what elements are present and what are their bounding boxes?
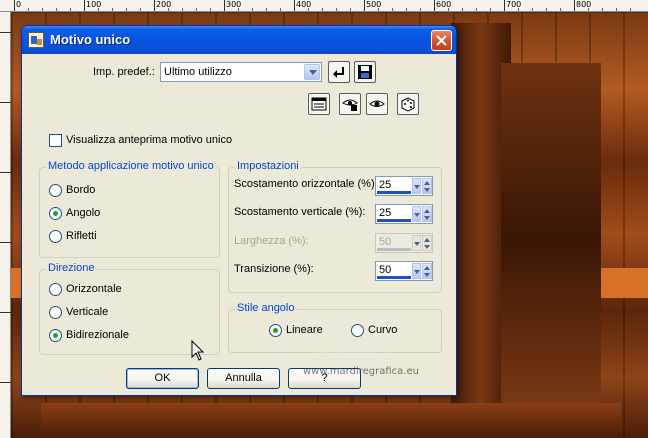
h-offset-slider[interactable] [377, 191, 411, 194]
chevron-down-icon[interactable] [304, 64, 320, 80]
eye-lock-icon [342, 99, 358, 111]
settings-group-title: Impostazioni [235, 160, 301, 172]
radio-angolo[interactable] [49, 207, 62, 220]
radio-verticale[interactable] [49, 306, 62, 319]
transition-slider[interactable] [377, 276, 411, 279]
v-offset-slider[interactable] [377, 219, 411, 222]
eye-icon [369, 100, 385, 107]
watermark-url: www.mardiregrafica.eu [303, 366, 419, 377]
preview-button[interactable] [366, 93, 388, 115]
preview-checkbox-label: Visualizza anteprima motivo unico [66, 134, 233, 146]
v-offset-spinner[interactable]: 25 [375, 204, 433, 224]
h-offset-spinner[interactable]: 25 [375, 176, 433, 196]
corner-style-group-title: Stile angolo [235, 302, 297, 314]
dice-icon [401, 97, 415, 112]
radio-bordo-label: Bordo [66, 184, 96, 196]
preset-dropdown[interactable]: Ultimo utilizzo [160, 62, 322, 82]
method-group-title: Metodo applicazione motivo unico [46, 160, 216, 172]
transition-label: Transizione (%): [234, 263, 314, 275]
radio-curvo[interactable] [351, 324, 364, 337]
reset-preset-button[interactable] [328, 61, 350, 83]
width-updown [422, 235, 432, 251]
cancel-button[interactable]: Annulla [207, 368, 280, 389]
radio-curvo-label: Curvo [368, 324, 398, 336]
v-offset-dropdown-arrow[interactable] [412, 206, 421, 222]
canvas-tile [41, 403, 621, 438]
randomize-button[interactable] [397, 93, 419, 115]
close-icon [436, 35, 447, 46]
radio-lineare-label: Lineare [286, 324, 323, 336]
auto-proof-button[interactable] [339, 93, 361, 115]
app-icon [28, 32, 44, 48]
dialog-title: Motivo unico [50, 32, 131, 47]
mouse-cursor-icon [191, 340, 205, 361]
radio-orizzontale[interactable] [49, 283, 62, 296]
width-dropdown-arrow [412, 235, 421, 251]
undo-arrow-icon [333, 67, 344, 78]
transition-value[interactable]: 50 [379, 264, 391, 276]
radio-rifletti-label: Rifletti [66, 230, 97, 242]
close-button[interactable] [431, 30, 452, 51]
width-slider [377, 248, 411, 251]
radio-lineare[interactable] [269, 324, 282, 337]
radio-bidirezionale-label: Bidirezionale [66, 329, 129, 341]
horizontal-ruler: 0 100 200 300 400 500 600 700 800 [0, 0, 648, 12]
floppy-disk-icon [358, 65, 372, 79]
watermark-name: Pinuccia [314, 344, 388, 363]
preset-label: Imp. predef.: [93, 66, 155, 78]
save-preset-button[interactable] [354, 61, 376, 83]
radio-bordo[interactable] [49, 184, 62, 197]
preview-checkbox[interactable] [49, 134, 62, 147]
canvas-tile [501, 63, 601, 413]
title-bar[interactable]: Motivo unico [22, 26, 456, 54]
transition-updown[interactable] [422, 263, 432, 279]
ok-button[interactable]: OK [126, 368, 199, 389]
h-offset-label: Scostamento orizzontale (%): [234, 178, 378, 190]
transition-spinner[interactable]: 50 [375, 261, 433, 281]
direction-group-title: Direzione [46, 262, 97, 274]
radio-verticale-label: Verticale [66, 306, 109, 318]
h-offset-updown[interactable] [422, 178, 432, 194]
v-offset-label: Scostamento verticale (%): [234, 206, 366, 218]
window-layout-icon [311, 97, 327, 111]
h-offset-dropdown-arrow[interactable] [412, 178, 421, 194]
proof-button[interactable] [308, 93, 330, 115]
radio-orizzontale-label: Orizzontale [66, 283, 122, 295]
v-offset-value[interactable]: 25 [379, 207, 391, 219]
radio-rifletti[interactable] [49, 230, 62, 243]
ruler-label: 0 [16, 0, 22, 9]
radio-bidirezionale[interactable] [49, 329, 62, 342]
preset-value: Ultimo utilizzo [164, 66, 232, 78]
width-label: Larghezza (%): [234, 235, 309, 247]
tile-dialog: Motivo unico Imp. predef.: Ultimo utiliz… [21, 25, 457, 396]
vertical-ruler [0, 12, 11, 438]
transition-dropdown-arrow[interactable] [412, 263, 421, 279]
h-offset-value[interactable]: 25 [379, 179, 391, 191]
width-value: 50 [379, 236, 392, 248]
width-spinner: 50 [375, 233, 433, 253]
radio-angolo-label: Angolo [66, 207, 101, 219]
canvas-tile [601, 268, 648, 298]
v-offset-updown[interactable] [422, 206, 432, 222]
